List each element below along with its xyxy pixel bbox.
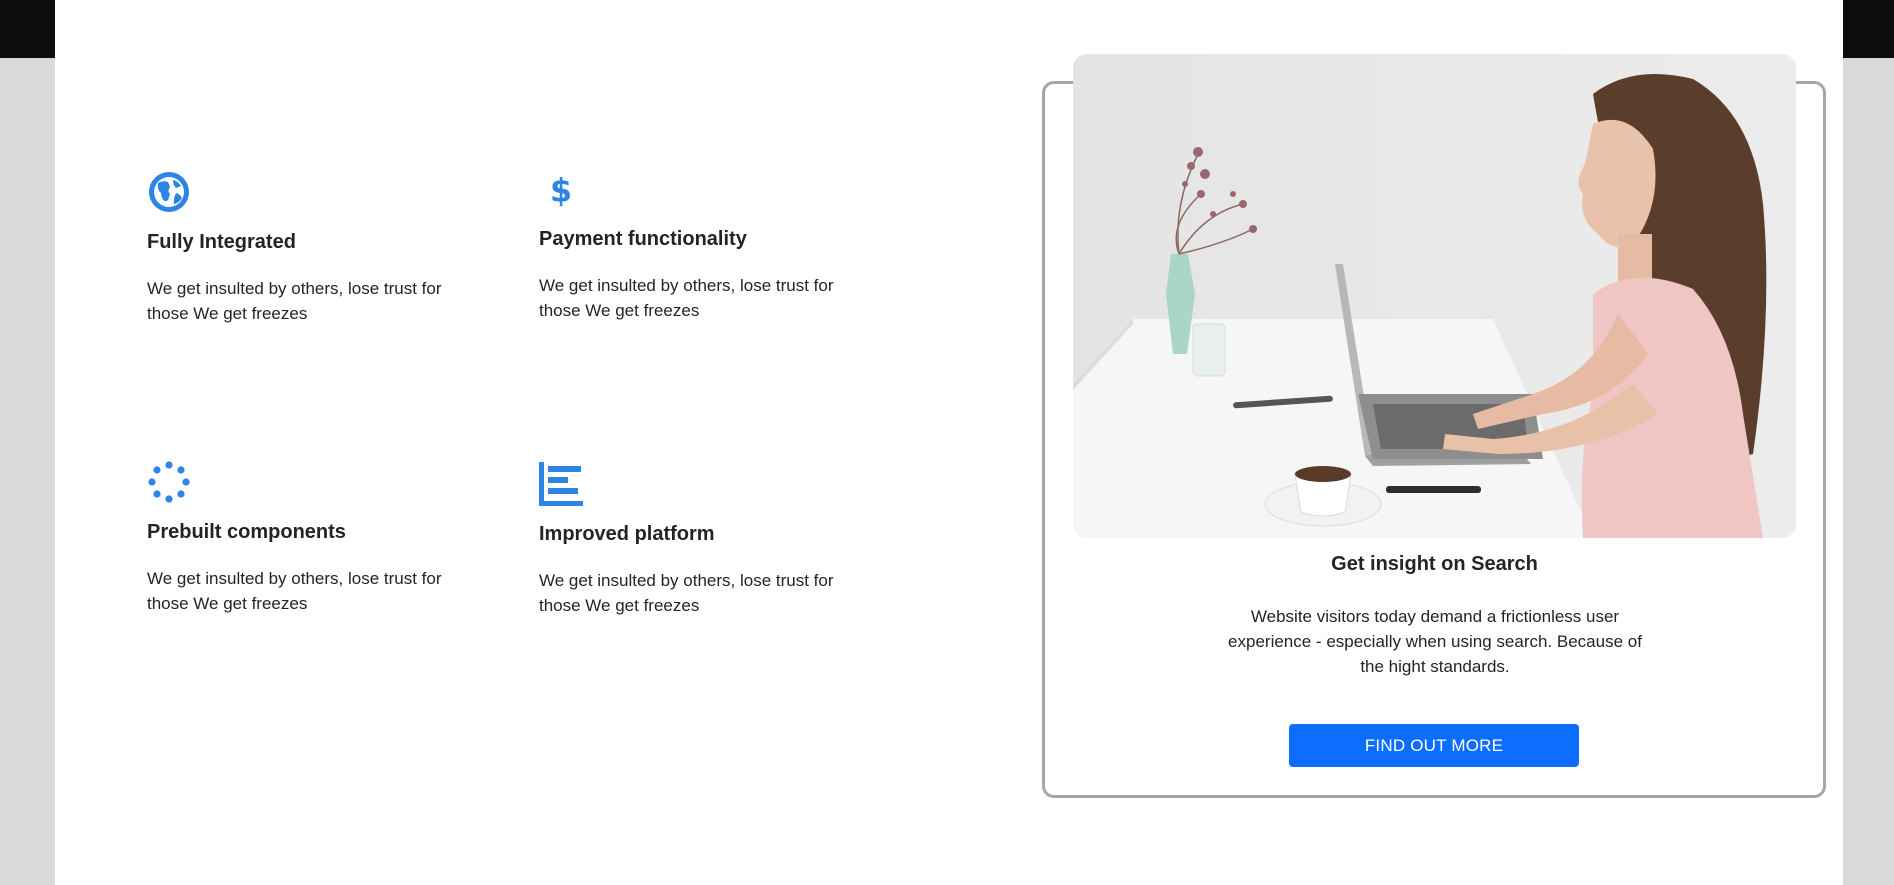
bar-chart-icon <box>539 462 583 506</box>
woman-typing-on-laptop-photo <box>1073 54 1796 538</box>
feature-text: We get insulted by others, lose trust fo… <box>147 569 442 613</box>
find-out-more-button[interactable]: FIND OUT MORE <box>1289 724 1579 767</box>
feature-improved-platform: Improved platform We get insulted by oth… <box>539 462 859 618</box>
card-description: Website visitors today demand a friction… <box>1228 607 1642 676</box>
feature-title: Prebuilt components <box>147 521 346 543</box>
feature-text: We get insulted by others, lose trust fo… <box>539 276 834 320</box>
spinner-icon <box>148 461 190 503</box>
photo-illustration <box>1073 54 1796 538</box>
feature-title: Payment functionality <box>539 228 747 250</box>
content-panel: Fully Integrated We get insulted by othe… <box>55 0 1843 885</box>
feature-text: We get insulted by others, lose trust fo… <box>539 571 834 615</box>
feature-fully-integrated: Fully Integrated We get insulted by othe… <box>147 170 467 326</box>
svg-text:$: $ <box>550 174 572 210</box>
feature-payment-functionality: $ Payment functionality We get insulted … <box>539 170 859 323</box>
card-title: Get insight on Search <box>1331 553 1538 575</box>
globe-icon <box>149 172 189 212</box>
dollar-icon: $ <box>550 174 572 210</box>
feature-title: Improved platform <box>539 523 715 545</box>
feature-prebuilt-components: Prebuilt components We get insulted by o… <box>147 460 467 616</box>
feature-text: We get insulted by others, lose trust fo… <box>147 279 442 323</box>
feature-title: Fully Integrated <box>147 231 296 253</box>
